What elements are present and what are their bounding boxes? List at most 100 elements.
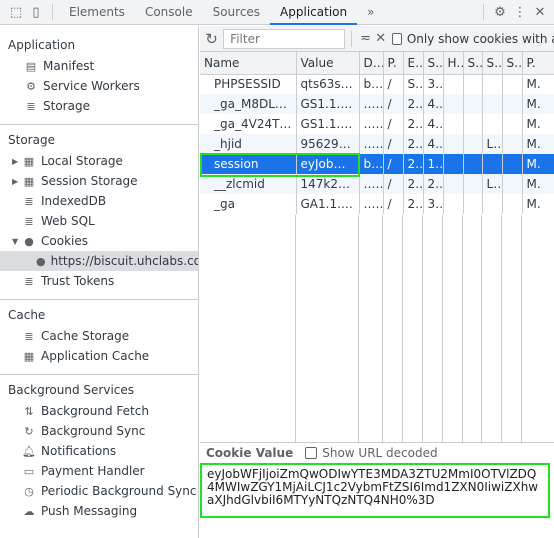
sync-icon: ↻: [24, 424, 34, 438]
file-icon: ▤: [25, 59, 37, 73]
table-cell: 2…: [403, 134, 424, 154]
table-cell: /: [383, 94, 404, 114]
only-show-issues-checkbox[interactable]: [392, 32, 402, 45]
sidebar-item-cache-storage[interactable]: ≣ Cache Storage: [0, 326, 198, 346]
table-cell: _hjid: [200, 134, 297, 154]
column-header[interactable]: S.: [502, 52, 523, 75]
table-cell: GS1.1.1…: [296, 114, 360, 134]
sidebar-item-application-cache[interactable]: ▦ Application Cache: [0, 346, 198, 366]
sidebar-item-cookies[interactable]: ▼ ● Cookies: [0, 231, 198, 251]
filter-input[interactable]: [223, 28, 346, 49]
sidebar-item-background-fetch[interactable]: ⇅ Background Fetch: [0, 401, 198, 421]
highlight-session-row: [200, 153, 360, 177]
table-cell: M.: [522, 194, 554, 214]
cookie-value-text[interactable]: eyJobWFjIjoiZmQwODIwYTE3MDA3ZTU2MmI0OTVl…: [200, 463, 550, 518]
column-header[interactable]: P.: [522, 52, 554, 75]
sidebar-item-notifications[interactable]: 🔔︎ Notifications: [0, 441, 198, 461]
table-cell: [502, 94, 523, 114]
more-options-icon[interactable]: ⋮: [510, 2, 530, 22]
tab-elements[interactable]: Elements: [59, 0, 135, 25]
table-row[interactable]: PHPSESSIDqts63s…b…/S…3… M.: [200, 74, 554, 94]
section-storage: Storage: [8, 133, 55, 147]
devtools-tabbar: ⬚ ▯ Elements Console Sources Application…: [0, 0, 554, 25]
cookie-icon: ●: [24, 234, 34, 248]
table-cell: _ga_M8DL0…: [200, 94, 297, 114]
column-header[interactable]: P.: [383, 52, 404, 75]
database-icon: ≣: [24, 214, 34, 228]
table-cell: [443, 174, 464, 194]
delete-icon[interactable]: ✕: [373, 29, 388, 49]
gear-icon[interactable]: ⚙: [490, 2, 510, 22]
table-cell: 2…: [403, 194, 424, 214]
table-row[interactable]: _ga_M8DL0…GS1.1.1……./2…4… M.: [200, 94, 554, 114]
sidebar-item-web-sql[interactable]: ≣ Web SQL: [0, 211, 198, 231]
show-url-decoded-checkbox[interactable]: [305, 447, 318, 459]
clock-icon: ◷: [24, 484, 34, 498]
table-cell: [482, 94, 503, 114]
column-header[interactable]: D...: [359, 52, 384, 75]
device-toolbar-icon[interactable]: ▯: [26, 2, 46, 22]
inspect-element-icon[interactable]: ⬚: [6, 2, 26, 22]
table-cell: ….: [359, 134, 384, 154]
table-cell: 2…: [423, 174, 444, 194]
column-header[interactable]: S.: [423, 52, 444, 75]
sidebar-item-push-messaging[interactable]: ☁ Push Messaging: [0, 501, 198, 521]
column-header[interactable]: Value: [296, 52, 360, 75]
table-cell: /: [383, 194, 404, 214]
arrows-updown-icon: ⇅: [24, 404, 34, 418]
sidebar-item-background-sync[interactable]: ↻ Background Sync: [0, 421, 198, 441]
expand-arrow-icon[interactable]: ▶: [12, 157, 22, 166]
column-header[interactable]: E.: [403, 52, 424, 75]
grid-icon: ▦: [23, 349, 35, 363]
sidebar-item-indexeddb[interactable]: ≣ IndexedDB: [0, 191, 198, 211]
sidebar-item-payment-handler[interactable]: ▭ Payment Handler: [0, 461, 198, 481]
close-icon[interactable]: ✕: [530, 2, 550, 22]
table-cell: ….: [359, 94, 384, 114]
table-cell: [463, 74, 483, 94]
table-cell: M.: [522, 94, 554, 114]
table-cell: [482, 154, 503, 174]
table-row[interactable]: _ga_4V24T…GS1.1.1……./2…4… M.: [200, 114, 554, 134]
table-cell: 2…: [403, 174, 424, 194]
table-cell: ….: [359, 114, 384, 134]
table-cell: [502, 114, 523, 134]
cookies-table: Name Value D... P. E. S. H. S. S. S. P. PHPSESSID q…: [200, 52, 554, 214]
tab-application[interactable]: Application: [270, 0, 358, 25]
cookie-value-pane: Cookie Value Show URL decoded eyJobWFjIjo…: [200, 442, 554, 538]
column-header[interactable]: S.: [463, 52, 483, 75]
more-tabs-button[interactable]: »: [357, 0, 384, 25]
sidebar-item-local-storage[interactable]: ▶ ▦ Local Storage: [0, 151, 198, 171]
clear-filtered-icon[interactable]: ≂: [358, 29, 373, 49]
database-icon: ≣: [26, 99, 36, 113]
table-cell: M.: [522, 134, 554, 154]
column-header[interactable]: Name: [200, 52, 297, 75]
refresh-icon[interactable]: ↻: [204, 29, 219, 49]
sidebar-item-periodic-background-sync[interactable]: ◷ Periodic Background Sync: [0, 481, 198, 501]
tab-sources[interactable]: Sources: [203, 0, 270, 25]
table-cell: M.: [522, 114, 554, 134]
sidebar-item-session-storage[interactable]: ▶ ▦ Session Storage: [0, 171, 198, 191]
cloud-icon: ☁: [23, 504, 35, 518]
sidebar-item-cookie-domain[interactable]: ● https://biscuit.uhclabs.com: [0, 251, 198, 271]
bell-icon: 🔔︎: [22, 444, 36, 458]
table-cell: GA1.1.…: [296, 194, 360, 214]
tab-console[interactable]: Console: [135, 0, 203, 25]
column-header[interactable]: H.: [443, 52, 464, 75]
column-header[interactable]: S.: [482, 52, 503, 75]
table-row[interactable]: _hjid956290……./2…4… L… M.: [200, 134, 554, 154]
table-cell: M.: [522, 74, 554, 94]
sidebar-item-manifest[interactable]: ▤ Manifest: [0, 56, 198, 76]
table-cell: 4…: [423, 134, 444, 154]
expand-arrow-icon[interactable]: ▶: [12, 177, 22, 186]
sidebar-item-service-workers[interactable]: ⚙ Service Workers: [0, 76, 198, 96]
table-cell: b…: [359, 74, 384, 94]
collapse-arrow-icon[interactable]: ▼: [12, 237, 22, 246]
table-cell: /: [383, 74, 404, 94]
table-row[interactable]: __zlcmid147k25……./2…2…L…M.: [200, 174, 554, 194]
table-row[interactable]: _gaGA1.1.……./2…3… M.: [200, 194, 554, 214]
sidebar-item-trust-tokens[interactable]: ≣ Trust Tokens: [0, 271, 198, 291]
table-cell: [502, 194, 523, 214]
sidebar-item-storage[interactable]: ≣ Storage: [0, 96, 198, 116]
card-icon: ▭: [23, 464, 35, 478]
table-cell: /: [383, 114, 404, 134]
